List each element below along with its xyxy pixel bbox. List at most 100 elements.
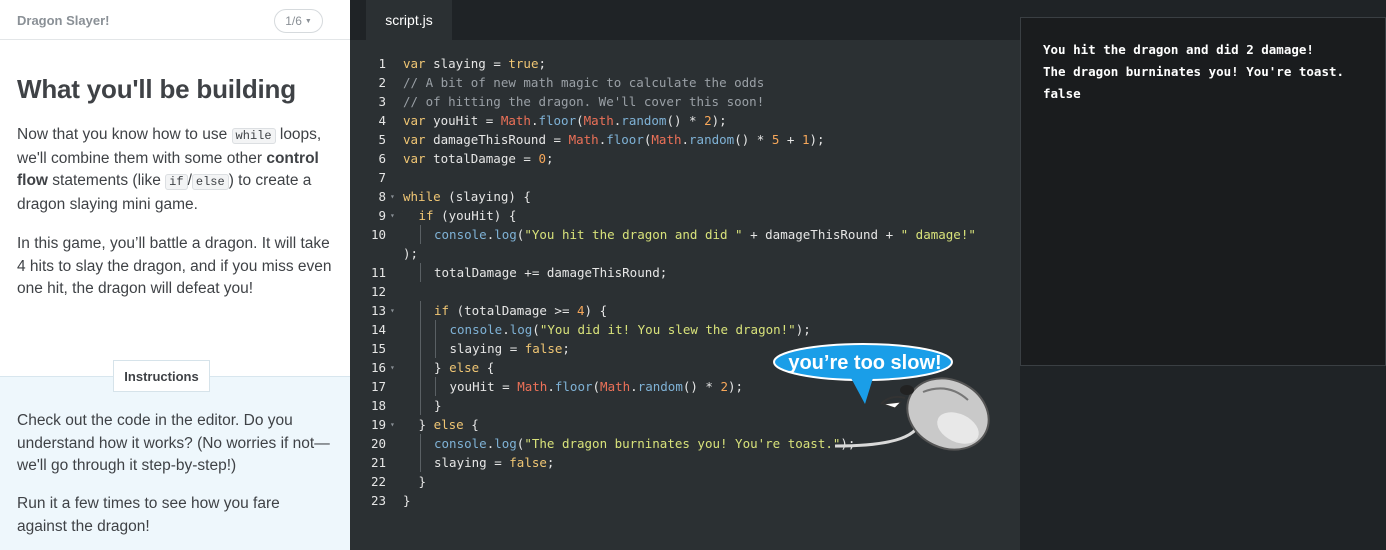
code-token: . bbox=[630, 379, 638, 394]
fold-arrow-icon[interactable]: ▾ bbox=[390, 206, 395, 225]
code-line[interactable]: 1 var slaying = true; bbox=[350, 54, 1020, 73]
code-editor[interactable]: script.js 1 var slaying = true; 2 // A bit … bbox=[350, 0, 1020, 550]
code-token: totalDamage = bbox=[425, 151, 539, 166]
indent-guide bbox=[435, 320, 436, 339]
code-token: = bbox=[493, 56, 509, 71]
line-number: 12 bbox=[370, 284, 386, 299]
output-line: The dragon burninates you! You're toast. bbox=[1043, 64, 1345, 79]
code-line[interactable]: 9 ▾ if (youHit) { bbox=[350, 206, 1020, 225]
mouse-sticker-icon: you’re too slow! bbox=[773, 343, 990, 451]
code-token: . bbox=[547, 379, 555, 394]
line-number: 18 bbox=[370, 398, 386, 413]
code-token: var bbox=[403, 56, 426, 71]
code-line[interactable]: 23} bbox=[350, 491, 1020, 510]
code-text: } else { bbox=[434, 358, 494, 377]
line-number: 5 bbox=[378, 132, 386, 147]
code-token: ); bbox=[403, 246, 419, 261]
code-text: if (totalDamage >= 4) { bbox=[434, 301, 607, 320]
code-token: ( bbox=[532, 322, 540, 337]
page-selector[interactable]: 1/6 ▼ bbox=[274, 9, 323, 33]
line-number: 2 bbox=[378, 75, 386, 90]
indent-guide bbox=[419, 301, 421, 320]
code-token: ); bbox=[711, 113, 727, 128]
code-line[interactable]: 2 // A bit of new math magic to calculate… bbox=[350, 73, 1020, 92]
code-line[interactable]: 5 var damageThisRound = Math.floor(Math.r… bbox=[350, 130, 1020, 149]
code-token: youHit = bbox=[449, 379, 518, 394]
code-line[interactable]: 12 bbox=[350, 282, 1020, 301]
fold-arrow-icon[interactable]: ▾ bbox=[390, 187, 395, 206]
code-line[interactable]: 7 bbox=[350, 168, 1020, 187]
lesson-paragraph: Now that you know how to use while loops… bbox=[17, 124, 333, 216]
lesson-panel: Dragon Slayer! 1/6 ▼ What you'll be buil… bbox=[0, 0, 350, 550]
code-token: log bbox=[494, 227, 517, 242]
code-token: youHit = bbox=[425, 113, 501, 128]
code-token: ( bbox=[576, 113, 584, 128]
code-token: if bbox=[434, 303, 450, 318]
lesson-header: Dragon Slayer! 1/6 ▼ bbox=[0, 0, 350, 40]
code-line[interactable]: ); bbox=[350, 244, 1020, 263]
code-token: + damageThisRound + bbox=[742, 227, 901, 242]
code-token: slaying = bbox=[449, 341, 525, 356]
fold-arrow-icon[interactable]: ▾ bbox=[390, 358, 395, 377]
code-token: Math bbox=[583, 113, 614, 128]
code-token: random bbox=[621, 113, 667, 128]
code-token: (totalDamage >= bbox=[449, 303, 577, 318]
code-token: . bbox=[502, 322, 510, 337]
code-token: } bbox=[418, 474, 427, 489]
code-token: random bbox=[637, 379, 683, 394]
code-line[interactable]: 8 ▾ while (slaying) { bbox=[350, 187, 1020, 206]
code-line[interactable]: 13 ▾ if (totalDamage >= 4) { bbox=[350, 301, 1020, 320]
code-token: console bbox=[434, 227, 487, 242]
lesson-paragraph: In this game, you’ll battle a dragon. It… bbox=[17, 235, 332, 297]
indent-guide bbox=[419, 339, 421, 358]
code-token: false bbox=[524, 341, 563, 356]
code-token: { bbox=[479, 360, 495, 375]
code-text: ); bbox=[403, 244, 418, 263]
line-number: 21 bbox=[370, 455, 386, 470]
fold-arrow-icon[interactable]: ▾ bbox=[390, 415, 395, 434]
indent-guide bbox=[435, 339, 436, 358]
fold-arrow-icon[interactable]: ▾ bbox=[390, 301, 395, 320]
code-token: ); bbox=[795, 322, 811, 337]
line-number: 17 bbox=[370, 379, 386, 394]
code-token: 2 bbox=[720, 379, 729, 394]
output-line: You hit the dragon and did 2 damage! bbox=[1043, 42, 1314, 57]
code-token: var bbox=[403, 151, 426, 166]
line-number: 22 bbox=[370, 474, 386, 489]
code-line[interactable]: 22} bbox=[350, 472, 1020, 491]
indent-guide bbox=[419, 358, 421, 377]
line-number: 13 bbox=[370, 303, 386, 318]
instruction-paragraph: Check out the code in the editor. Do you… bbox=[17, 412, 330, 474]
tab-script-js[interactable]: script.js bbox=[366, 0, 452, 40]
code-token: while bbox=[403, 189, 441, 204]
code-line[interactable]: 11 totalDamage += damageThisRound; bbox=[350, 263, 1020, 282]
code-token: if bbox=[418, 208, 434, 223]
code-text: totalDamage += damageThisRound; bbox=[434, 263, 667, 282]
code-token: (slaying) { bbox=[440, 189, 531, 204]
code-token: } bbox=[403, 493, 411, 508]
line-number: 10 bbox=[370, 227, 386, 242]
code-token: " damage!" bbox=[900, 227, 976, 242]
code-token: // of hitting the dragon. We'll cover th… bbox=[403, 94, 765, 109]
code-line[interactable]: 4 var youHit = Math.floor(Math.random() *… bbox=[350, 111, 1020, 130]
code-text: if (youHit) { bbox=[419, 206, 517, 225]
indent-guide bbox=[419, 263, 421, 282]
line-number: 19 bbox=[370, 417, 386, 432]
code-line[interactable]: 14 console.log("You did it! You slew the … bbox=[350, 320, 1020, 339]
code-token: log bbox=[494, 436, 517, 451]
indent-guide bbox=[419, 453, 421, 472]
code-token: true bbox=[508, 56, 539, 71]
line-number: 1 bbox=[378, 56, 386, 71]
indent-guide bbox=[419, 434, 421, 453]
code-text: while (slaying) { bbox=[403, 187, 531, 206]
code-token: Math bbox=[568, 132, 599, 147]
instructions-tab[interactable]: Instructions bbox=[113, 360, 210, 392]
code-line[interactable]: 10 console.log("You hit the dragon and di… bbox=[350, 225, 1020, 244]
code-token: (youHit) { bbox=[433, 208, 517, 223]
code-text: slaying = false; bbox=[450, 339, 570, 358]
code-token: log bbox=[509, 322, 533, 337]
text: statements (like bbox=[48, 172, 166, 189]
sticker-bubble-text: you’re too slow! bbox=[788, 352, 941, 374]
code-line[interactable]: 6 var totalDamage = 0; bbox=[350, 149, 1020, 168]
code-line[interactable]: 3 // of hitting the dragon. We'll cover t… bbox=[350, 92, 1020, 111]
